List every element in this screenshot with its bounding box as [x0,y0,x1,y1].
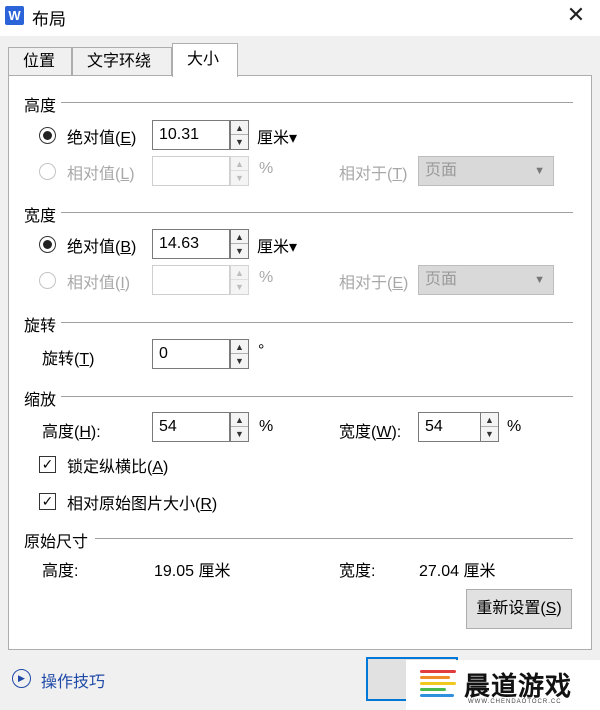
width-relative-label: 相对值(I) [67,275,131,292]
height-unit-dropdown[interactable]: 厘米▾ [257,124,297,148]
width-relative-input[interactable] [152,265,230,295]
rotate-section-title: 旋转 [24,318,57,335]
relative-original-label: 相对原始图片大小(R) [67,496,218,513]
close-icon[interactable]: ✕ [564,4,588,28]
scale-section-divider [61,396,573,398]
original-section-divider [95,538,573,540]
height-absolute-spinner[interactable]: ▲ ▼ [230,120,249,150]
chevron-down-icon: ▼ [534,165,545,177]
title-bar: W 布局 ✕ [0,0,600,36]
scale-width-spinner[interactable]: ▲ ▼ [480,412,499,442]
scale-height-unit: % [259,418,274,435]
rotate-spinner[interactable]: ▲ ▼ [230,339,249,369]
lock-aspect-label: 锁定纵横比(A) [67,459,169,476]
spin-up-icon[interactable]: ▲ [231,230,248,244]
spin-down-icon[interactable]: ▼ [231,171,248,185]
scale-width-label: 宽度(W): [339,424,402,441]
brand-logo-icon [420,668,460,702]
height-relative-spinner[interactable]: ▲ ▼ [230,156,249,186]
height-relative-to-label: 相对于(T) [339,166,408,183]
original-section-title: 原始尺寸 [24,534,89,551]
play-circle-icon: ▶ [12,669,31,688]
spin-down-icon[interactable]: ▼ [481,427,498,441]
chevron-down-icon: ▼ [534,274,545,286]
width-unit-dropdown[interactable]: 厘米▾ [257,233,297,257]
spin-up-icon[interactable]: ▲ [231,340,248,354]
spin-down-icon[interactable]: ▼ [231,280,248,294]
height-absolute-radio[interactable] [39,127,56,144]
spin-down-icon[interactable]: ▼ [231,427,248,441]
scale-width-input[interactable]: 54 [418,412,481,442]
checkmark-icon: ✓ [41,493,54,509]
reset-button[interactable]: 重新设置(S) [466,589,572,629]
tab-text-wrap[interactable]: 文字环绕 [72,47,172,76]
height-relative-label: 相对值(L) [67,166,135,183]
height-relative-unit: % [259,160,274,177]
height-section-divider [61,102,573,104]
width-section-title: 宽度 [24,208,57,225]
spin-up-icon[interactable]: ▲ [231,413,248,427]
height-relative-input[interactable] [152,156,230,186]
scale-width-unit: % [507,418,522,435]
wps-writer-icon: W [5,6,24,25]
spin-down-icon[interactable]: ▼ [231,244,248,258]
rotate-section-divider [61,322,573,324]
width-absolute-input[interactable]: 14.63 [152,229,230,259]
checkmark-icon: ✓ [41,456,54,472]
width-relative-unit: % [259,269,274,286]
scale-height-spinner[interactable]: ▲ ▼ [230,412,249,442]
scale-height-label: 高度(H): [42,424,101,441]
lock-aspect-checkbox[interactable]: ✓ [39,456,56,473]
spin-down-icon[interactable]: ▼ [231,354,248,368]
layout-dialog: W 布局 ✕ 位置 文字环绕 大小 高度 绝对值(E) 10.31 ▲ ▼ 厘米▾… [0,0,600,710]
height-section-title: 高度 [24,98,57,115]
height-absolute-input[interactable]: 10.31 [152,120,230,150]
spin-down-icon[interactable]: ▼ [231,135,248,149]
brand-name: 晨道游戏 [464,671,573,701]
width-absolute-label: 绝对值(B) [67,239,137,256]
height-relative-radio[interactable] [39,163,56,180]
scale-height-input[interactable]: 54 [152,412,230,442]
width-relative-radio[interactable] [39,272,56,289]
original-width-value: 27.04 厘米 [419,563,496,580]
rotate-input[interactable]: 0 [152,339,230,369]
width-relative-spinner[interactable]: ▲ ▼ [230,265,249,295]
relative-original-checkbox[interactable]: ✓ [39,493,56,510]
tab-size[interactable]: 大小 [172,43,238,77]
height-relative-to-select[interactable]: 页面 ▼ [418,156,554,186]
width-relative-to-label: 相对于(E) [339,275,409,292]
rotate-unit: ° [258,342,265,359]
width-relative-to-select[interactable]: 页面 ▼ [418,265,554,295]
rotate-label: 旋转(T) [42,351,95,368]
original-width-label: 宽度: [339,563,376,580]
brand-url: WWW.CHENDAOTOCR.CC [468,699,562,705]
dialog-title: 布局 [32,10,66,29]
original-height-value: 19.05 厘米 [154,563,231,580]
spin-up-icon[interactable]: ▲ [481,413,498,427]
scale-section-title: 缩放 [24,392,57,409]
width-section-divider [61,212,573,214]
tab-position[interactable]: 位置 [8,47,72,76]
height-absolute-label: 绝对值(E) [67,130,137,147]
width-absolute-radio[interactable] [39,236,56,253]
watermark-overlay: 晨道游戏 WWW.CHENDAOTOCR.CC [406,660,600,710]
spin-up-icon[interactable]: ▲ [231,121,248,135]
size-panel: 高度 绝对值(E) 10.31 ▲ ▼ 厘米▾ 相对值(L) ▲ ▼ % 相对于(T… [8,75,592,650]
spin-up-icon[interactable]: ▲ [231,157,248,171]
original-height-label: 高度: [42,563,79,580]
width-absolute-spinner[interactable]: ▲ ▼ [230,229,249,259]
spin-up-icon[interactable]: ▲ [231,266,248,280]
